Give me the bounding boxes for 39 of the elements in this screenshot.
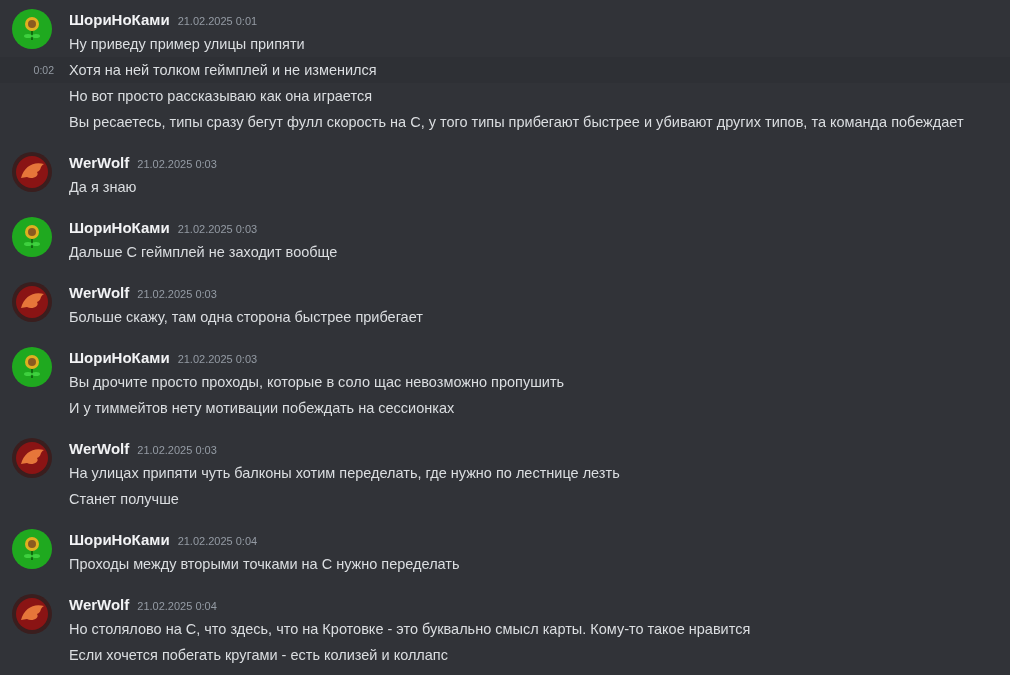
message-text: Но вот просто рассказываю как она играется bbox=[69, 87, 374, 106]
sunflower-avatar bbox=[12, 347, 52, 387]
username[interactable]: WerWolf bbox=[69, 438, 130, 460]
message-text: Если хочется побегать кругами - есть колизей и коллапс bbox=[69, 646, 449, 665]
dragon-avatar bbox=[12, 152, 52, 192]
username[interactable]: ШориНоКами bbox=[69, 347, 170, 369]
message-text: Дальше С геймплей не заходит вообще bbox=[69, 243, 339, 262]
username[interactable]: WerWolf bbox=[69, 594, 130, 616]
message-time: 0:02 bbox=[33, 63, 55, 78]
message-text: Больше скажу, там одна сторона быстрее прибегает bbox=[69, 308, 424, 327]
username[interactable]: ШориНоКами bbox=[69, 529, 170, 551]
sunflower-avatar bbox=[12, 529, 52, 569]
message-text: Да я знаю bbox=[69, 178, 138, 197]
message-text: И у тиммейтов нету мотивации побеждать на сессионках bbox=[69, 399, 456, 418]
message-text: Проходы между вторыми точками на С нужно переделать bbox=[69, 555, 461, 574]
timestamp: 21.02.2025 0:01 bbox=[177, 14, 258, 29]
username[interactable]: WerWolf bbox=[69, 152, 130, 174]
timestamp: 21.02.2025 0:03 bbox=[177, 352, 258, 367]
message-text: Но столялово на С, что здесь, что на Кротовке - это буквально смысл карты. Кому-то такое нравится bbox=[69, 620, 752, 639]
dragon-avatar bbox=[12, 594, 52, 634]
dragon-avatar bbox=[12, 438, 52, 478]
message-text: Вы ресаетесь, типы сразу бегут фулл скорость на С, у того типы прибегают быстрее и убивают других типов, та команда побеждает bbox=[69, 113, 965, 132]
message-text: Ну приведу пример улицы припяти bbox=[69, 35, 306, 54]
username[interactable]: ШориНоКами bbox=[69, 217, 170, 239]
message-text: Хотя на ней толком геймплей и не изменился bbox=[69, 61, 378, 80]
username[interactable]: ШориНоКами bbox=[69, 9, 170, 31]
sunflower-avatar bbox=[12, 217, 52, 257]
message-text: Станет получше bbox=[69, 490, 180, 509]
timestamp: 21.02.2025 0:03 bbox=[137, 157, 217, 172]
timestamp: 21.02.2025 0:03 bbox=[177, 222, 258, 237]
timestamp: 21.02.2025 0:04 bbox=[177, 534, 258, 549]
dragon-avatar bbox=[12, 282, 52, 322]
timestamp: 21.02.2025 0:03 bbox=[137, 287, 217, 302]
message-text: Вы дрочите просто проходы, которые в соло щас невозможно пропушить bbox=[69, 373, 566, 392]
timestamp: 21.02.2025 0:04 bbox=[137, 599, 217, 614]
timestamp: 21.02.2025 0:03 bbox=[137, 443, 217, 458]
username[interactable]: WerWolf bbox=[69, 282, 130, 304]
sunflower-avatar bbox=[12, 9, 52, 49]
message-text: На улицах припяти чуть балконы хотим переделать, где нужно по лестнице лезть bbox=[69, 464, 621, 483]
